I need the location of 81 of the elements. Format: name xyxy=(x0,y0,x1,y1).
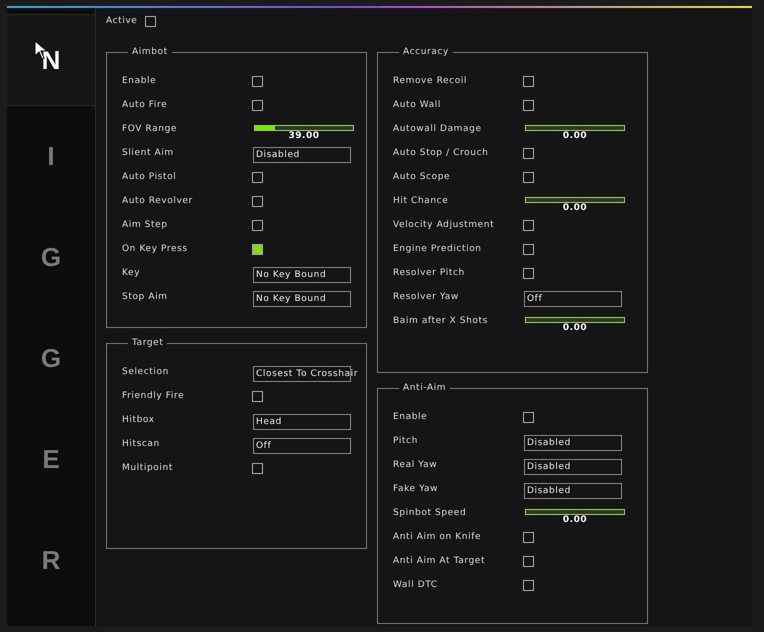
option-label: FOV Range xyxy=(122,123,178,135)
slider-track[interactable] xyxy=(525,125,625,131)
checkbox[interactable] xyxy=(252,172,263,183)
slider-track[interactable] xyxy=(254,125,354,131)
option-label: Aim Step xyxy=(122,219,168,231)
checkbox[interactable] xyxy=(252,220,263,231)
slider-value: 0.00 xyxy=(562,203,588,213)
option-label: Autowall Damage xyxy=(393,123,482,135)
checkbox[interactable] xyxy=(523,556,534,567)
group-title: Target xyxy=(131,338,164,348)
option-label: Auto Pistol xyxy=(122,171,176,183)
checkbox[interactable] xyxy=(523,268,534,279)
option-label: Auto Wall xyxy=(393,99,441,111)
option-label: Remove Recoil xyxy=(393,75,468,87)
checkbox[interactable] xyxy=(523,76,534,87)
option-label: Auto Stop / Crouch xyxy=(393,147,488,159)
option-label: Key xyxy=(122,267,140,279)
checkbox[interactable] xyxy=(252,463,263,474)
option-label: Slient Aim xyxy=(122,147,174,159)
group-title: Accuracy xyxy=(402,47,450,57)
checkbox[interactable] xyxy=(252,244,263,255)
checkbox[interactable] xyxy=(523,148,534,159)
dropdown[interactable]: Disabled xyxy=(524,483,620,499)
option-label: On Key Press xyxy=(122,243,188,255)
option-label: Friendly Fire xyxy=(122,390,184,402)
option-label: Hitbox xyxy=(122,414,155,426)
option-label: Spinbot Speed xyxy=(393,507,466,519)
option-label: Enable xyxy=(393,411,428,423)
dropdown[interactable]: Disabled xyxy=(253,147,349,163)
dropdown[interactable]: Head xyxy=(253,414,349,430)
option-label: Auto Fire xyxy=(122,99,168,111)
option-label: Fake Yaw xyxy=(393,483,438,495)
checkbox[interactable] xyxy=(145,16,156,26)
slider-track[interactable] xyxy=(525,197,625,203)
checkbox[interactable] xyxy=(523,580,534,591)
checkbox[interactable] xyxy=(523,172,534,183)
slider-value: 0.00 xyxy=(562,323,588,333)
option-label: Wall DTC xyxy=(393,579,438,591)
option-label: Hitscan xyxy=(122,438,160,450)
dropdown[interactable]: Off xyxy=(253,438,349,454)
group-title: Anti-Aim xyxy=(402,383,448,393)
dropdown[interactable]: Disabled xyxy=(524,435,620,451)
option-label: Resolver Yaw xyxy=(393,291,459,303)
option-label: Auto Revolver xyxy=(122,195,193,207)
slider-fill[interactable] xyxy=(255,126,275,130)
option-label: Enable xyxy=(122,75,156,87)
dropdown[interactable]: No Key Bound xyxy=(253,291,349,307)
option-label: Pitch xyxy=(393,435,418,447)
option-label: Multipoint xyxy=(122,462,173,474)
dropdown[interactable]: Off xyxy=(524,291,620,307)
active-label: Active xyxy=(106,16,138,26)
option-label: Real Yaw xyxy=(393,459,438,471)
slider-value: 0.00 xyxy=(562,131,588,141)
dropdown[interactable]: No Key Bound xyxy=(253,267,349,283)
dropdown[interactable]: Closest To Crosshair xyxy=(253,366,360,382)
slider-value: 39.00 xyxy=(288,131,320,141)
option-label: Anti Aim on Knife xyxy=(393,531,482,543)
checkbox[interactable] xyxy=(523,412,534,423)
checkbox[interactable] xyxy=(523,244,534,255)
option-label: Auto Scope xyxy=(393,171,450,183)
option-label: Velocity Adjustment xyxy=(393,219,494,231)
slider-track[interactable] xyxy=(525,509,625,515)
slider-track[interactable] xyxy=(525,317,625,323)
checkbox[interactable] xyxy=(523,100,534,111)
option-label: Selection xyxy=(122,366,169,378)
checkbox[interactable] xyxy=(523,532,534,543)
checkbox[interactable] xyxy=(252,76,263,87)
group-title: Aimbot xyxy=(131,47,169,57)
checkbox[interactable] xyxy=(252,196,263,207)
option-label: Anti Aim At Target xyxy=(393,555,486,567)
option-label: Hit Chance xyxy=(393,195,448,207)
checkbox[interactable] xyxy=(252,100,263,111)
option-label: Baim after X Shots xyxy=(393,315,488,327)
sidebar-tab[interactable]: N xyxy=(7,15,95,106)
option-label: Stop Aim xyxy=(122,291,168,303)
slider-value: 0.00 xyxy=(562,515,588,525)
option-label: Engine Prediction xyxy=(393,243,482,255)
checkbox[interactable] xyxy=(523,220,534,231)
option-label: Resolver Pitch xyxy=(393,267,465,279)
checkbox[interactable] xyxy=(252,391,263,402)
dropdown[interactable]: Disabled xyxy=(524,459,620,475)
